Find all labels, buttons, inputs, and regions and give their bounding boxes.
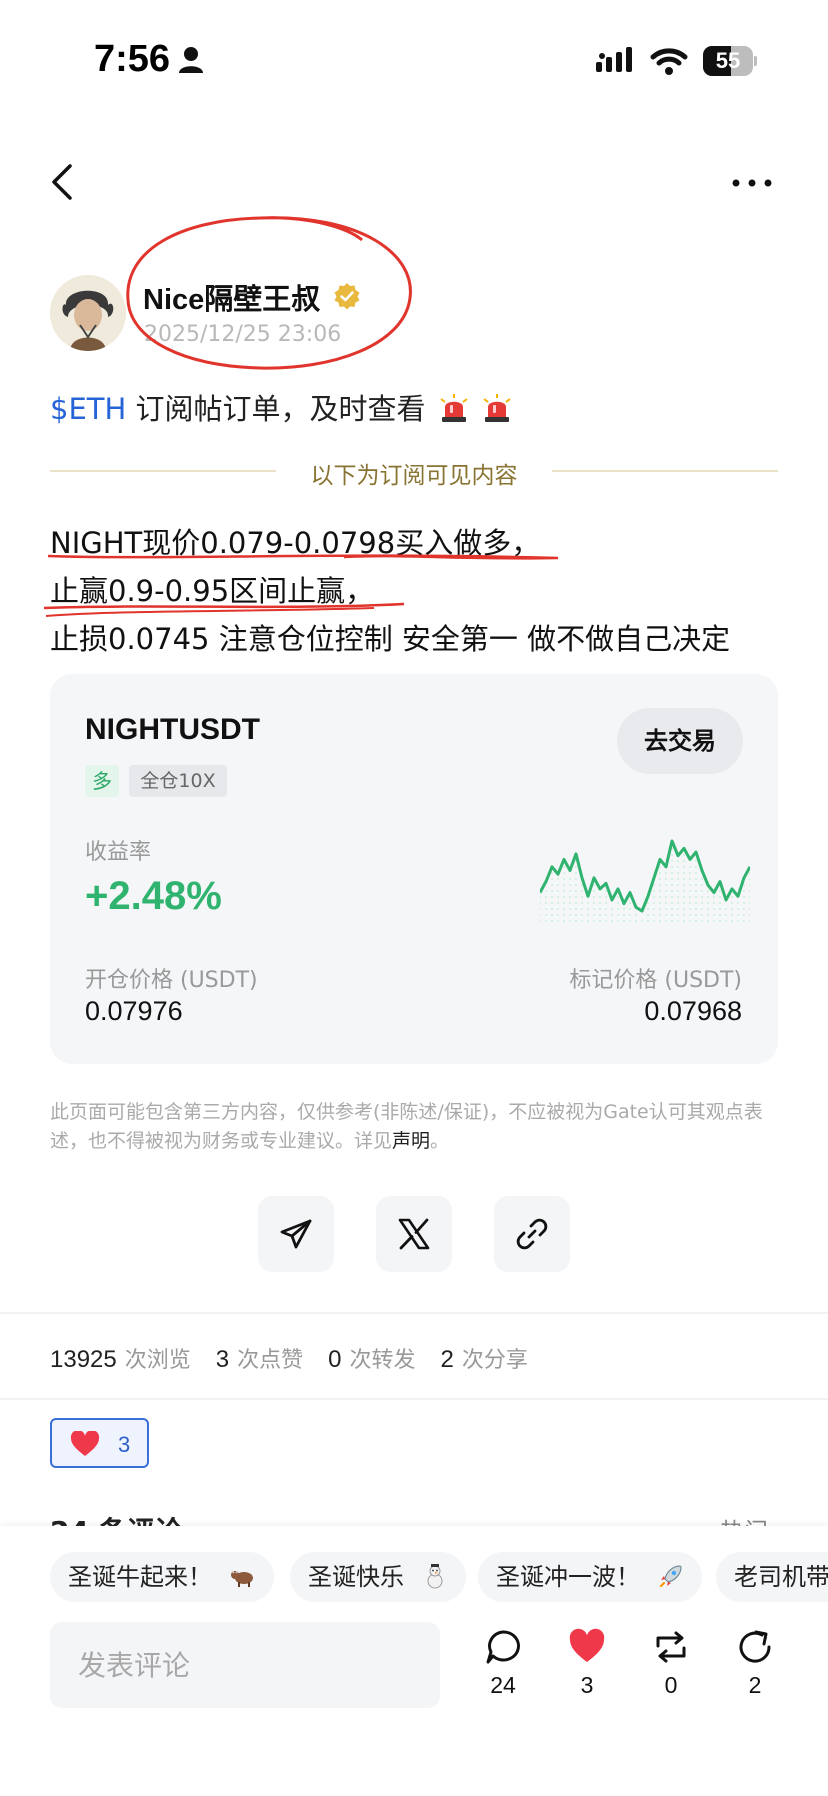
heart-filled-icon	[569, 1628, 605, 1662]
hand-drawn-circle-annotation	[126, 216, 412, 370]
share-telegram-button[interactable]	[258, 1196, 334, 1272]
quick-reply-label: 圣诞快乐	[308, 1563, 404, 1591]
hand-drawn-underline-annotation	[44, 554, 559, 617]
share-x-button[interactable]	[376, 1196, 452, 1272]
like-action[interactable]: 3	[552, 1628, 622, 1708]
likes-action-count: 3	[580, 1672, 594, 1698]
copy-link-button[interactable]	[494, 1196, 570, 1272]
like-reaction-chip[interactable]: 3	[50, 1418, 149, 1468]
battery-icon: 55	[703, 46, 757, 76]
body-line-3: 止损0.0745 注意仓位控制 安全第一 做不做自己决定	[50, 622, 731, 656]
open-price-label: 开仓价格 (USDT)	[85, 968, 258, 993]
pnl-label: 收益率	[85, 840, 152, 865]
divider-line-right	[552, 470, 778, 472]
heart-icon	[70, 1431, 100, 1456]
battery-percent: 55	[715, 48, 741, 73]
quick-reply-chip[interactable]: 圣诞冲一波！	[478, 1552, 702, 1602]
quick-reply-label: 圣诞冲一波！	[496, 1563, 640, 1591]
disclaimer-link[interactable]: 声明	[392, 1130, 430, 1152]
comments-action[interactable]: 24	[468, 1628, 538, 1708]
rocket-emoji-icon	[659, 1565, 682, 1588]
telegram-icon	[280, 1219, 312, 1249]
reposts-action-count: 0	[664, 1672, 678, 1698]
reposts-count: 0	[328, 1346, 342, 1373]
views-count: 13925	[50, 1346, 117, 1373]
sparkline-line	[540, 839, 750, 913]
siren-icon	[440, 394, 468, 422]
direction-badge: 多	[85, 765, 119, 797]
divider-line-left	[50, 470, 276, 472]
comment-input[interactable]	[50, 1622, 440, 1708]
disclaimer: 此页面可能包含第三方内容，仅供参考(非陈述/保证)，不应被视为Gate认可其观点…	[50, 1098, 780, 1156]
x-icon	[398, 1218, 430, 1250]
subscriber-divider-label: 以下为订阅可见内容	[310, 463, 518, 489]
trade-button[interactable]: 去交易	[617, 708, 743, 774]
wifi-icon	[650, 48, 688, 75]
repost-action[interactable]: 0	[636, 1628, 706, 1708]
shares-count: 2	[440, 1346, 454, 1373]
quick-reply-label: 圣诞牛起来！	[68, 1563, 212, 1591]
repost-icon	[656, 1631, 686, 1663]
section-separator	[0, 1398, 828, 1400]
status-time: 7:56	[94, 38, 171, 80]
price-sparkline	[540, 839, 750, 922]
shares-action-count: 2	[748, 1672, 762, 1698]
link-icon	[516, 1218, 548, 1250]
mark-price-value: 0.07968	[644, 996, 742, 1026]
post-title: $ETH 订阅帖订单，及时查看	[50, 386, 512, 428]
post-stats: 13925 次浏览 3 次点赞 0 次转发 2 次分享	[50, 1342, 546, 1374]
share-action[interactable]: 2	[720, 1628, 790, 1708]
disclaimer-end: 。	[430, 1130, 450, 1152]
like-chip-count: 3	[118, 1432, 131, 1457]
open-price-value: 0.07976	[85, 996, 183, 1026]
comments-count: 24	[490, 1672, 516, 1698]
back-button[interactable]	[44, 160, 80, 204]
quick-reply-chip[interactable]: 圣诞快乐	[290, 1552, 466, 1602]
pnl-value: +2.48%	[85, 874, 222, 918]
likes-label: 次点赞	[237, 1348, 304, 1373]
likes-count: 3	[215, 1346, 230, 1373]
shares-label: 次分享	[461, 1348, 528, 1373]
more-button[interactable]	[730, 168, 774, 198]
ox-emoji-icon	[230, 1570, 253, 1587]
quick-reply-chip[interactable]: 老司机带	[716, 1552, 828, 1602]
quick-reply-label: 老司机带	[734, 1563, 828, 1591]
share-arrow-icon	[739, 1630, 771, 1663]
section-separator	[0, 1312, 828, 1314]
quick-reply-chip[interactable]: 圣诞牛起来！	[50, 1552, 274, 1602]
reposts-label: 次转发	[349, 1348, 416, 1373]
card-symbol: NIGHTUSDT	[85, 713, 260, 746]
mark-price-label: 标记价格 (USDT)	[569, 968, 742, 993]
person-icon	[179, 47, 203, 73]
cellular-signal-icon	[596, 47, 632, 72]
snowman-emoji-icon	[427, 1564, 443, 1589]
leverage-badge: 全仓10X	[129, 765, 227, 797]
siren-icon	[483, 394, 511, 422]
ticker-tag[interactable]: $ETH	[50, 392, 126, 426]
post-title-text: 订阅帖订单，及时查看	[126, 392, 426, 426]
views-label: 次浏览	[124, 1348, 191, 1373]
comment-bubble-icon	[486, 1630, 520, 1664]
